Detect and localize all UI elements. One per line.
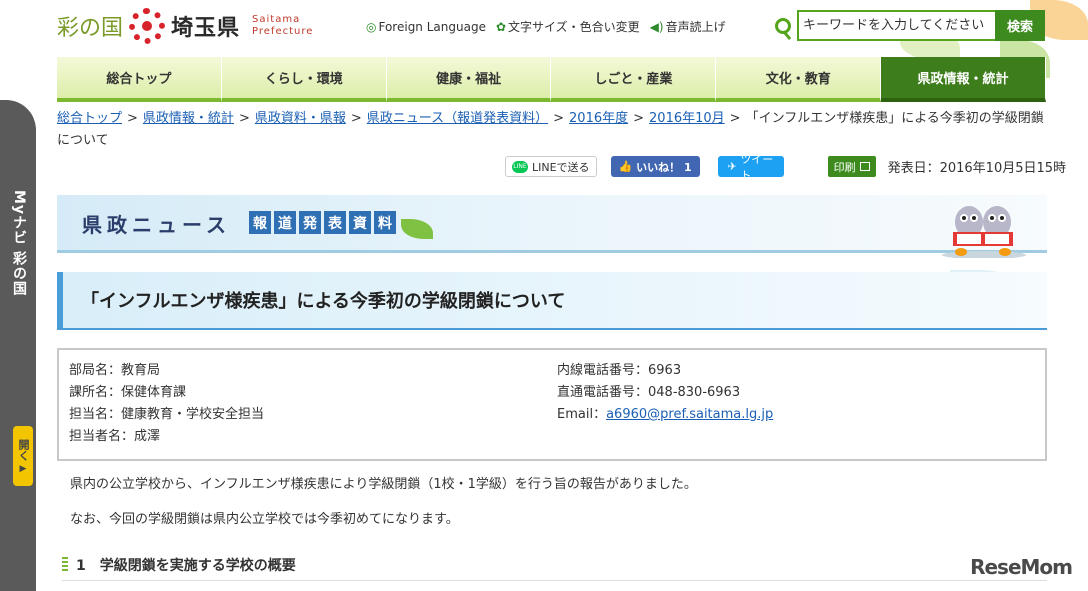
facebook-like-button[interactable]: 👍 いいね！ 1 bbox=[610, 156, 700, 177]
foreign-language-link[interactable]: ◎ Foreign Language bbox=[366, 20, 486, 34]
banner-tag: 資 bbox=[349, 211, 371, 234]
line-share-button[interactable]: LINE LINEで送る bbox=[505, 156, 597, 177]
page-title: 「インフルエンザ様疾患」による今季初の学級閉鎖について bbox=[81, 291, 566, 312]
logo-english-line2: Prefecture bbox=[252, 26, 314, 37]
print-icon bbox=[859, 162, 870, 171]
nav-item-culture[interactable]: 文化・教育 bbox=[716, 57, 882, 102]
breadcrumb-separator: > bbox=[633, 111, 645, 126]
mascot-illustration bbox=[942, 206, 1026, 258]
search-icon bbox=[775, 17, 791, 34]
search-bar: 検索 bbox=[775, 10, 1045, 41]
side-panel-open-button[interactable]: 開く ▶ bbox=[13, 426, 33, 486]
news-banner: 県政ニュース 報 道 発 表 資 料 bbox=[57, 195, 1047, 258]
logo-english: Saitama Prefecture bbox=[252, 14, 313, 38]
logo-sainokuni: 彩の国 bbox=[57, 16, 124, 41]
section-heading: 1 学級閉鎖を実施する学校の概要 bbox=[62, 549, 1047, 581]
contact-info: 部局名：教育局 課所名：保健体育課 担当名：健康教育・学校安全担当 担当者名：成… bbox=[57, 348, 1047, 461]
breadcrumb-link[interactable]: 総合トップ bbox=[57, 111, 122, 126]
search-input[interactable] bbox=[797, 10, 995, 41]
line-logo-icon: LINE bbox=[512, 160, 528, 173]
share-row: LINE LINEで送る 👍 いいね！ 1 ✈ ツイート 印刷 発表日：2016… bbox=[505, 153, 1067, 182]
speaker-icon: ◀) bbox=[649, 20, 664, 34]
font-color-link[interactable]: ✿ 文字サイズ・色合い変更 bbox=[496, 18, 640, 35]
section-heading-text: 1 学級閉鎖を実施する学校の概要 bbox=[76, 557, 296, 574]
font-color-label: 文字サイズ・色合い変更 bbox=[508, 20, 640, 34]
section-bar-icon bbox=[62, 556, 68, 573]
banner-tag: 道 bbox=[274, 211, 296, 234]
line-share-label: LINEで送る bbox=[532, 160, 590, 174]
contact-left-column: 部局名：教育局 課所名：保健体育課 担当名：健康教育・学校安全担当 担当者名：成… bbox=[69, 360, 557, 449]
print-button[interactable]: 印刷 bbox=[827, 156, 876, 177]
side-panel-open-label: 開く bbox=[17, 438, 30, 461]
nav-item-life[interactable]: くらし・環境 bbox=[221, 57, 387, 102]
breadcrumb-separator: > bbox=[729, 111, 741, 126]
nav-item-top[interactable]: 総合トップ bbox=[57, 57, 222, 102]
banner-tag: 表 bbox=[324, 211, 346, 234]
twitter-bird-icon: ✈ bbox=[727, 160, 737, 173]
banner-tag: 発 bbox=[299, 211, 321, 234]
side-panel-label: Myナビ 彩の国 bbox=[11, 190, 27, 296]
published-date: 発表日：2016年10月5日15時 bbox=[887, 161, 1067, 176]
speech-label: 音声読上げ bbox=[665, 20, 726, 34]
direct-number: 直通電話番号：048-830-6963 bbox=[557, 385, 741, 400]
breadcrumb-separator: > bbox=[238, 111, 250, 126]
thumbs-up-icon: 👍 bbox=[618, 160, 633, 173]
breadcrumb-link[interactable]: 県政資料・県報 bbox=[255, 111, 346, 126]
nav-item-government[interactable]: 県政情報・統計 bbox=[881, 57, 1046, 102]
breadcrumb-link[interactable]: 県政情報・統計 bbox=[143, 111, 234, 126]
facebook-like-label: いいね！ 1 bbox=[636, 160, 692, 174]
print-label: 印刷 bbox=[833, 160, 856, 174]
logo-english-line1: Saitama bbox=[252, 14, 301, 25]
email-label: Email： bbox=[557, 407, 607, 422]
breadcrumb-separator: > bbox=[553, 111, 565, 126]
email-row: Email：a6960@pref.saitama.lg.jp bbox=[557, 404, 773, 426]
watermark-logo: ReseMom bbox=[970, 555, 1073, 579]
body-paragraph-2: なお、今回の学級閉鎖は県内公立学校では今季初めてになります。 bbox=[70, 512, 459, 527]
foreign-language-label: Foreign Language bbox=[378, 19, 486, 34]
breadcrumb-separator: > bbox=[350, 111, 362, 126]
nav-item-health[interactable]: 健康・福祉 bbox=[386, 57, 552, 102]
tweet-label: ツイート bbox=[740, 152, 774, 182]
email-link[interactable]: a6960@pref.saitama.lg.jp bbox=[606, 407, 773, 422]
speech-link[interactable]: ◀) 音声読上げ bbox=[650, 18, 726, 35]
breadcrumb-link[interactable]: 県政ニュース（報道発表資料） bbox=[367, 111, 548, 126]
breadcrumb-separator: > bbox=[127, 111, 138, 126]
nav-item-work[interactable]: しごと・産業 bbox=[551, 57, 717, 102]
banner-title: 県政ニュース bbox=[82, 213, 231, 237]
breadcrumb-link[interactable]: 2016年10月 bbox=[649, 111, 725, 126]
site-logo[interactable]: 彩の国 埼玉県 Saitama Prefecture bbox=[57, 8, 313, 44]
prefecture-emblem-icon bbox=[129, 8, 166, 44]
breadcrumb: 総合トップ > 県政情報・統計 > 県政資料・県報 > 県政ニュース（報道発表資料） >201… bbox=[57, 108, 1047, 152]
search-button[interactable]: 検索 bbox=[995, 10, 1045, 41]
myna-side-panel[interactable]: Myナビ 彩の国 開く ▶ bbox=[0, 100, 36, 591]
global-nav: 総合トップ くらし・環境 健康・福祉 しごと・産業 文化・教育 県政情報・統計 bbox=[57, 57, 1046, 102]
contact-right-column: 内線電話番号：6963 直通電話番号：048-830-6963 Email：a6… bbox=[557, 360, 773, 449]
breadcrumb-link[interactable]: 2016年度 bbox=[569, 111, 628, 126]
banner-tag: 報 bbox=[249, 211, 271, 234]
person-in-charge: 担当者名：成澤 bbox=[69, 429, 161, 444]
extension-number: 内線電話番号：6963 bbox=[557, 363, 682, 378]
division: 課所名：保健体育課 bbox=[69, 385, 187, 400]
triangle-right-icon: ▶ bbox=[18, 463, 28, 474]
gear-icon: ✿ bbox=[495, 20, 507, 34]
banner-tag: 料 bbox=[374, 211, 396, 234]
article-title-box: 「インフルエンザ様疾患」による今季初の学級閉鎖について bbox=[57, 272, 1047, 330]
body-paragraph-1: 県内の公立学校から、インフルエンザ様疾患により学級閉鎖（1校・1学級）を行う旨の… bbox=[70, 477, 697, 492]
globe-icon: ◎ bbox=[366, 19, 377, 34]
banner-tags: 報 道 発 表 資 料 bbox=[249, 211, 396, 234]
logo-prefecture-name: 埼玉県 bbox=[171, 16, 241, 41]
department: 部局名：教育局 bbox=[69, 363, 161, 378]
leaf-icon bbox=[401, 219, 433, 239]
utility-links: ◎ Foreign Language ✿ 文字サイズ・色合い変更 ◀) 音声読上げ bbox=[366, 18, 726, 35]
tweet-button[interactable]: ✈ ツイート bbox=[717, 153, 784, 182]
section: 担当名：健康教育・学校安全担当 bbox=[69, 407, 265, 422]
